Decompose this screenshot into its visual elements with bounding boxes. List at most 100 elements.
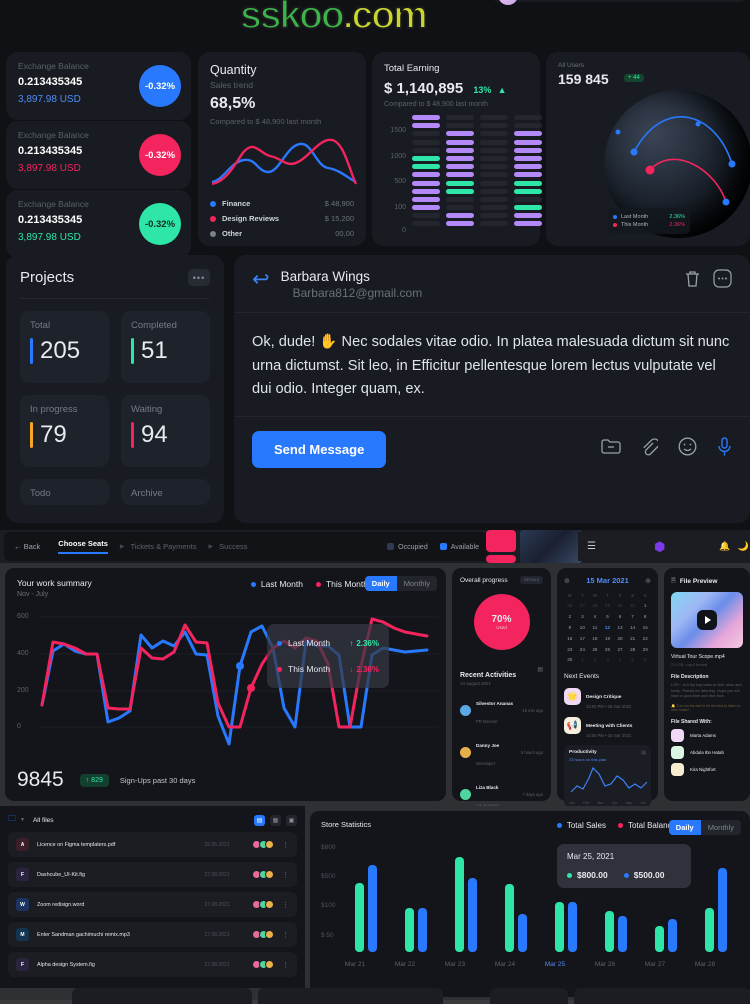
view-grid-icon[interactable]: ▦ [270, 814, 281, 826]
file-row[interactable]: F Alpha design System.fig 27.08.2021 ⋮ [8, 952, 297, 977]
view-mode-switch[interactable]: ▤ ▦ ▣ [254, 814, 297, 826]
back-button[interactable]: ← Back [14, 542, 40, 551]
bar-total-balance[interactable] [568, 902, 577, 952]
dark-mode-icon[interactable]: 🌙 [738, 541, 749, 552]
calendar-day[interactable]: 15 [639, 623, 651, 633]
calendar-day[interactable]: 21 [627, 633, 639, 643]
file-row[interactable]: F Dashcube_UI-Kit.fig 27.08.2021 ⋮ [8, 862, 297, 887]
calendar-day[interactable]: 11 [589, 623, 601, 633]
calendar-day[interactable]: 17 [577, 633, 589, 643]
add-event-icon[interactable]: ⊕ [645, 577, 651, 585]
exchange-balance-card[interactable]: Exchange Balance 0.213435345 3,897.98 US… [6, 190, 191, 258]
bottom-panel[interactable] [574, 988, 750, 1004]
calendar-day[interactable]: 5 [602, 612, 614, 622]
calendar-day[interactable]: 12 [602, 623, 614, 633]
calendar-day[interactable]: 29 [639, 644, 651, 654]
bar-total-balance[interactable] [618, 916, 627, 952]
calendar-day[interactable]: 6 [639, 655, 651, 665]
exchange-balance-card[interactable]: Exchange Balance 0.213435345 3,897.98 US… [6, 121, 191, 189]
calendar-grid[interactable]: M T W T F S S 26 27 28 29 30 31 1 2 3 4 5 6 7 8 9 10 11 12 13 14 15… [564, 591, 651, 665]
calendar-day[interactable]: 30 [564, 655, 576, 665]
more-options-icon[interactable] [713, 269, 732, 293]
more-options-icon[interactable]: ⋮ [282, 871, 289, 879]
menu-icon[interactable]: ▤ [641, 750, 646, 756]
calendar-day[interactable]: 2 [564, 612, 576, 622]
calendar-day[interactable]: 26 [564, 601, 576, 611]
activity-row[interactable]: Silvestor Ananas PR Director 15 min ago [460, 692, 543, 728]
photo-thumbnail[interactable] [520, 530, 582, 563]
calendar-day[interactable]: 5 [627, 655, 639, 665]
trash-icon[interactable] [684, 269, 701, 293]
project-stat-card[interactable]: Total 205 [20, 311, 109, 383]
calendar-day[interactable]: 23 [564, 644, 576, 654]
project-stat-card[interactable]: Todo [20, 479, 109, 505]
bar-total-sales[interactable] [405, 908, 414, 952]
calendar-day[interactable]: 13 [614, 623, 626, 633]
calendar-day[interactable]: 31 [627, 601, 639, 611]
calendar-day[interactable]: 3 [577, 612, 589, 622]
calendar-day[interactable]: 29 [602, 601, 614, 611]
calendar-day[interactable]: 27 [577, 601, 589, 611]
bottom-panel[interactable] [258, 988, 443, 1004]
calendar-day[interactable]: 20 [614, 633, 626, 643]
bar-total-balance[interactable] [368, 865, 377, 952]
step-tickets-payments[interactable]: Tickets & Payments [131, 542, 197, 551]
microphone-icon[interactable] [717, 437, 732, 462]
bar-total-sales[interactable] [355, 883, 364, 952]
view-card-icon[interactable]: ▣ [286, 814, 297, 826]
send-message-button[interactable]: Send Message [252, 430, 387, 468]
file-row[interactable]: W Zoom redisign.word 27.08.2021 ⋮ [8, 892, 297, 917]
view-list-icon[interactable]: ▤ [254, 814, 265, 826]
event-row[interactable]: 📢 Meeting with Clients 14:00 PM • 15 mar… [564, 714, 651, 738]
toggle-daily[interactable]: Daily [668, 820, 701, 835]
event-row[interactable]: 🌟 Design Critique 14:00 PM • 15 mar 2021 [564, 685, 651, 709]
bar-total-sales[interactable] [605, 911, 614, 952]
calendar-day[interactable]: 4 [614, 655, 626, 665]
project-stat-card[interactable]: Archive [121, 479, 210, 505]
calendar-day[interactable]: 19 [602, 633, 614, 643]
emoji-icon[interactable] [678, 437, 697, 461]
calendar-day[interactable]: 24 [577, 644, 589, 654]
calendar-day[interactable]: 25 [589, 644, 601, 654]
shared-user-row[interactable]: Kira Nightfort [671, 763, 743, 777]
more-options-icon[interactable]: ⋮ [282, 841, 289, 849]
notification-bell-icon[interactable]: 🔔 [719, 541, 730, 552]
project-stat-card[interactable]: In progress 79 [20, 395, 109, 467]
pink-thumbnail-2[interactable] [486, 555, 516, 563]
calendar-day[interactable]: 30 [614, 601, 626, 611]
folder-icon[interactable] [601, 438, 621, 460]
store-period-toggle[interactable]: Daily Monthly [668, 820, 741, 835]
project-stat-card[interactable]: Waiting 94 [121, 395, 210, 467]
bar-total-sales[interactable] [505, 884, 514, 952]
calendar-day[interactable]: 27 [614, 644, 626, 654]
shared-user-row[interactable]: Abdula Ibn Hatab [671, 746, 743, 760]
play-icon[interactable] [697, 610, 717, 630]
bar-total-sales[interactable] [655, 926, 664, 952]
file-row[interactable]: M Enter Sandman gachimuchi remix.mp3 27.08… [8, 922, 297, 947]
calendar-day[interactable]: 9 [564, 623, 576, 633]
chevron-down-icon[interactable]: ▼ [20, 817, 25, 823]
pink-thumbnail[interactable] [486, 530, 516, 552]
menu-icon[interactable]: ☰ [587, 541, 596, 552]
file-row[interactable]: A Licence on Figma templaters.pdf 25.05.20… [8, 832, 297, 857]
add-icon[interactable]: ⊕ [564, 577, 570, 585]
toggle-daily[interactable]: Daily [364, 576, 397, 591]
calendar-day[interactable]: 28 [589, 601, 601, 611]
more-options-icon[interactable]: ⋮ [282, 901, 289, 909]
exchange-balance-card[interactable]: Exchange Balance 0.213435345 3,897.98 US… [6, 52, 191, 120]
calendar-day[interactable]: 10 [577, 623, 589, 633]
calendar-day[interactable]: 2 [589, 655, 601, 665]
user-progress-row[interactable]: Robby Adams 62% 53 [498, 0, 740, 8]
more-options-icon[interactable]: ⋮ [282, 931, 289, 939]
toggle-monthly[interactable]: Monthly [397, 576, 437, 591]
calendar-day[interactable]: 16 [564, 633, 576, 643]
project-stat-card[interactable]: Completed 51 [121, 311, 210, 383]
bar-total-sales[interactable] [705, 908, 714, 952]
step-success[interactable]: Success [219, 542, 247, 551]
toggle-monthly[interactable]: Monthly [701, 820, 741, 835]
details-badge[interactable]: DETAILS [520, 576, 543, 584]
bar-total-balance[interactable] [418, 908, 427, 952]
bar-total-sales[interactable] [455, 857, 464, 952]
calendar-day[interactable]: 28 [627, 644, 639, 654]
reply-icon[interactable]: ↩ [252, 269, 270, 290]
